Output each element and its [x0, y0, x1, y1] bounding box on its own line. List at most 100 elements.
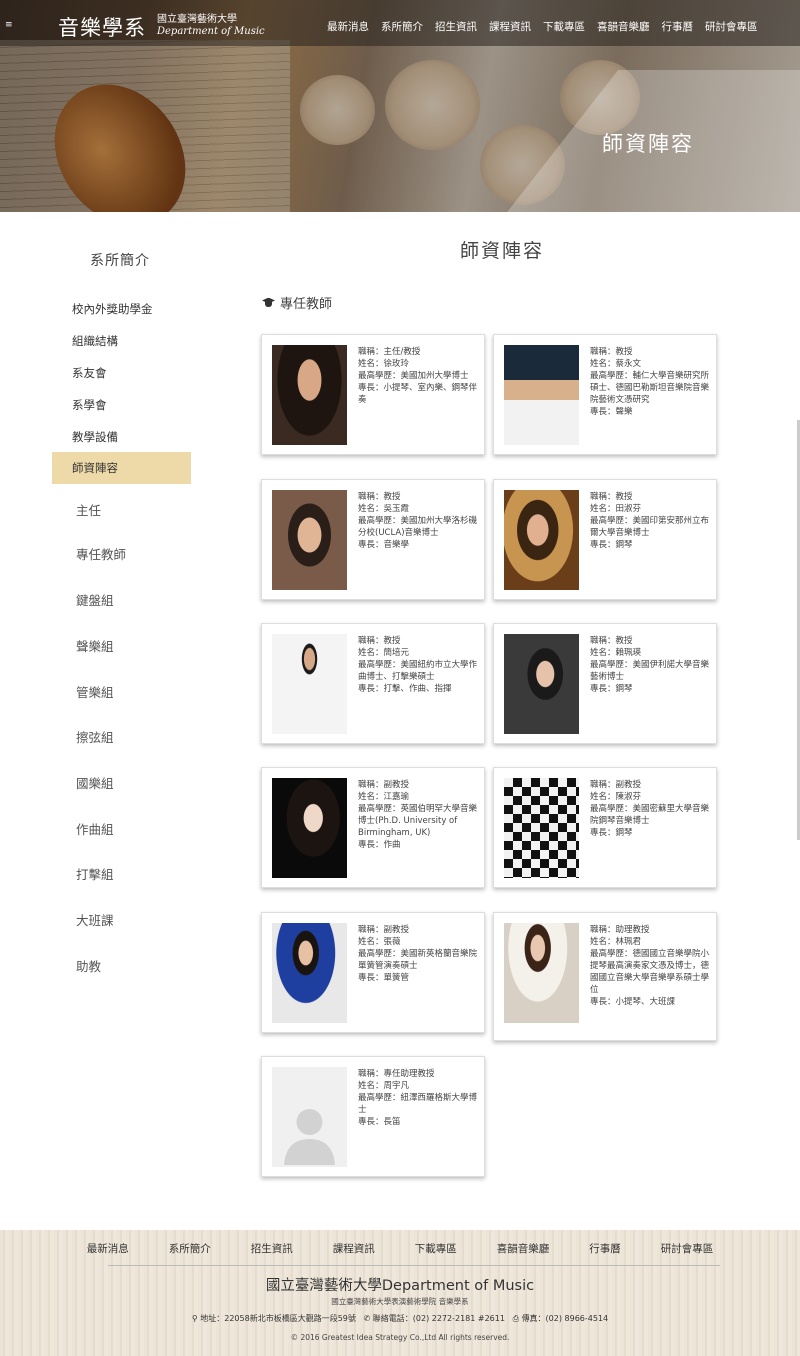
footer-dept-name: 國立臺灣藝術大學Department of Music [265, 1278, 535, 1294]
faculty-photo [272, 490, 347, 590]
nav-item-calendar[interactable]: 行事曆 [662, 19, 694, 34]
footer-nav-about[interactable]: 系所簡介 [149, 1241, 231, 1256]
logo-title[interactable]: 音樂學系 [58, 12, 146, 42]
faculty-education: 最高學歷：紐澤西羅格斯大學博士 [358, 1093, 478, 1115]
sidebar-sub-vocal[interactable]: 聲樂組 [76, 636, 114, 655]
faculty-education: 最高學歷：美國印第安那州立布爾大學音樂博士 [590, 516, 710, 538]
footer-nav-calendar[interactable]: 行事曆 [569, 1241, 641, 1256]
nav-item-admission[interactable]: 招生資訊 [435, 19, 477, 34]
sidebar-item-scholarship[interactable]: 校內外獎助學金 [52, 293, 191, 325]
sidebar-sub-composition[interactable]: 作曲組 [76, 819, 114, 838]
faculty-education: 最高學歷：輔仁大學音樂研究所碩士、德國巴勒斯坦音樂院音樂院藝術文憑研究 [590, 371, 710, 405]
footer-nav-downloads[interactable]: 下載專區 [395, 1241, 477, 1256]
faculty-name: 姓名：張薇 [358, 937, 401, 947]
sidebar-item-student-assoc[interactable]: 系學會 [52, 389, 191, 421]
sidebar-sub-fulltime[interactable]: 專任教師 [76, 544, 126, 563]
faculty-education: 最高學歷：美國密蘇里大學音樂院鋼琴音樂博士 [590, 804, 710, 826]
faculty-card[interactable]: 職稱：教授 姓名：簡培元 最高學歷：美國紐約市立大學作曲博士、打擊樂碩士 專長：… [261, 623, 485, 744]
faculty-title: 職稱：教授 [358, 492, 401, 502]
faculty-name: 姓名：吳玉霞 [358, 504, 410, 514]
faculty-info: 職稱：教授 姓名：賴珮瑛 最高學歷：美國伊利諾大學音樂藝術博士 專長：鋼琴 [590, 635, 710, 695]
faculty-info: 職稱：主任/教授 姓名：徐玫玲 最高學歷：美國加州大學博士 專長：小提琴、室內樂… [358, 346, 478, 406]
faculty-name: 姓名：田淑芬 [590, 504, 642, 514]
nav-item-concert-hall[interactable]: 喜韻音樂廳 [597, 19, 650, 34]
faculty-card[interactable]: 職稱：專任助理教授 姓名：周宇凡 最高學歷：紐澤西羅格斯大學博士 專長：長笛 [261, 1056, 485, 1177]
sidebar-item-organization[interactable]: 組織結構 [52, 325, 191, 357]
footer-divider [108, 1265, 720, 1266]
faculty-card[interactable]: 職稱：教授 姓名：賴珮瑛 最高學歷：美國伊利諾大學音樂藝術博士 專長：鋼琴 [493, 623, 717, 744]
faculty-education: 最高學歷：美國新英格蘭音樂院單簧管演奏碩士 [358, 949, 478, 971]
faculty-title: 職稱：教授 [590, 347, 633, 357]
faculty-name: 姓名：蔡永文 [590, 359, 642, 369]
graduation-cap-icon [262, 297, 275, 309]
faculty-card[interactable]: 職稱：副教授 姓名：陳淑芬 最高學歷：美國密蘇里大學音樂院鋼琴音樂博士 專長：鋼… [493, 767, 717, 888]
faculty-info: 職稱：教授 姓名：吳玉霞 最高學歷：美國加州大學洛杉磯分校(UCLA)音樂博士 … [358, 491, 478, 551]
nav-item-courses[interactable]: 課程資訊 [489, 19, 531, 34]
nav-item-about[interactable]: 系所簡介 [381, 19, 423, 34]
nav-item-downloads[interactable]: 下載專區 [543, 19, 585, 34]
faculty-info: 職稱：副教授 姓名：江嘉瑜 最高學歷：英國伯明罕大學音樂博士(Ph.D. Uni… [358, 779, 478, 851]
faculty-photo [272, 923, 347, 1023]
faculty-card[interactable]: 職稱：教授 姓名：田淑芬 最高學歷：美國印第安那州立布爾大學音樂博士 專長：鋼琴 [493, 479, 717, 600]
sidebar-sub-winds[interactable]: 管樂組 [76, 682, 114, 701]
faculty-title: 職稱：副教授 [358, 780, 410, 790]
faculty-title: 職稱：副教授 [590, 780, 642, 790]
footer-nav-admission[interactable]: 招生資訊 [231, 1241, 313, 1256]
phone-icon: ✆ [363, 1314, 371, 1323]
faculty-specialty: 專長：單簧管 [358, 973, 410, 983]
faculty-photo [504, 490, 579, 590]
faculty-photo [504, 634, 579, 734]
nav-item-news[interactable]: 最新消息 [327, 19, 369, 34]
top-navbar: ≡ 音樂學系 國立臺灣藝術大學 Department of Music 最新消息… [0, 0, 800, 46]
faculty-card[interactable]: 職稱：教授 姓名：蔡永文 最高學歷：輔仁大學音樂研究所碩士、德國巴勒斯坦音樂院音… [493, 334, 717, 455]
faculty-title: 職稱：主任/教授 [358, 347, 421, 357]
faculty-photo [272, 634, 347, 734]
logo-subtitle[interactable]: 國立臺灣藝術大學 Department of Music [157, 14, 265, 38]
footer-nav-concert-hall[interactable]: 喜韻音樂廳 [477, 1241, 570, 1256]
faculty-name: 姓名：周宇凡 [358, 1081, 410, 1091]
faculty-education: 最高學歷：美國加州大學博士 [358, 371, 469, 381]
logo-english: Department of Music [157, 26, 265, 37]
user-placeholder-icon [284, 1109, 335, 1165]
faculty-education: 最高學歷：德國國立音樂學院小提琴最高演奏家文憑及博士，德國國立音樂大學音樂學系碩… [590, 949, 710, 995]
faculty-name: 姓名：陳淑芬 [590, 792, 642, 802]
faculty-specialty: 專長：小提琴、室內樂、鋼琴伴奏 [358, 383, 478, 405]
faculty-name: 姓名：賴珮瑛 [590, 648, 642, 658]
faculty-card[interactable]: 職稱：副教授 姓名：張薇 最高學歷：美國新英格蘭音樂院單簧管演奏碩士 專長：單簧… [261, 912, 485, 1033]
main-nav: 最新消息 系所簡介 招生資訊 課程資訊 下載專區 喜韻音樂廳 行事曆 研討會專區 [327, 19, 758, 34]
nav-item-symposium[interactable]: 研討會專區 [705, 19, 758, 34]
faculty-specialty: 專長：音樂學 [358, 540, 410, 550]
sidebar-sub-strings[interactable]: 擦弦組 [76, 727, 114, 746]
sidebar-sub-assistant[interactable]: 助教 [76, 956, 101, 975]
logo-school: 國立臺灣藝術大學 [157, 14, 237, 25]
faculty-specialty: 專長：鋼琴 [590, 540, 633, 550]
sidebar-item-equipment[interactable]: 教學設備 [52, 421, 191, 453]
sidebar-item-faculty[interactable]: 師資陣容 [52, 452, 191, 484]
faculty-photo [272, 778, 347, 878]
page-banner: ≡ 音樂學系 國立臺灣藝術大學 Department of Music 最新消息… [0, 0, 800, 212]
sidebar-sub-keyboard[interactable]: 鍵盤組 [76, 590, 114, 609]
faculty-name: 姓名：林珮君 [590, 937, 642, 947]
section-heading: 專任教師 [262, 293, 332, 312]
sidebar-title: 系所簡介 [90, 253, 150, 269]
faculty-card[interactable]: 職稱：主任/教授 姓名：徐玫玲 最高學歷：美國加州大學博士 專長：小提琴、室內樂… [261, 334, 485, 455]
faculty-specialty: 專長：聲樂 [590, 407, 633, 417]
sidebar-item-alumni[interactable]: 系友會 [52, 357, 191, 389]
menu-icon[interactable]: ≡ [5, 20, 14, 30]
fax-icon: ⎙ [512, 1314, 520, 1323]
footer-phone: 聯絡電話：(02) 2272-2181 #2611 [372, 1314, 505, 1323]
faculty-specialty: 專長：作曲 [358, 840, 401, 850]
footer-nav-courses[interactable]: 課程資訊 [313, 1241, 395, 1256]
sidebar-sub-chinese[interactable]: 國樂組 [76, 773, 114, 792]
sidebar-sub-percussion[interactable]: 打擊組 [76, 864, 114, 883]
faculty-card[interactable]: 職稱：教授 姓名：吳玉霞 最高學歷：美國加州大學洛杉磯分校(UCLA)音樂博士 … [261, 479, 485, 600]
footer-nav-symposium[interactable]: 研討會專區 [641, 1241, 734, 1256]
faculty-specialty: 專長：鋼琴 [590, 828, 633, 838]
faculty-card[interactable]: 職稱：副教授 姓名：江嘉瑜 最高學歷：英國伯明罕大學音樂博士(Ph.D. Uni… [261, 767, 485, 888]
footer-nav-news[interactable]: 最新消息 [67, 1241, 149, 1256]
sidebar-sub-director[interactable]: 主任 [76, 500, 101, 519]
faculty-card[interactable]: 職稱：助理教授 姓名：林珮君 最高學歷：德國國立音樂學院小提琴最高演奏家文憑及博… [493, 912, 717, 1041]
faculty-specialty: 專長：長笛 [358, 1117, 401, 1127]
sidebar-sub-class[interactable]: 大班課 [76, 910, 114, 929]
faculty-education: 最高學歷：英國伯明罕大學音樂博士(Ph.D. University of Bir… [358, 804, 478, 838]
